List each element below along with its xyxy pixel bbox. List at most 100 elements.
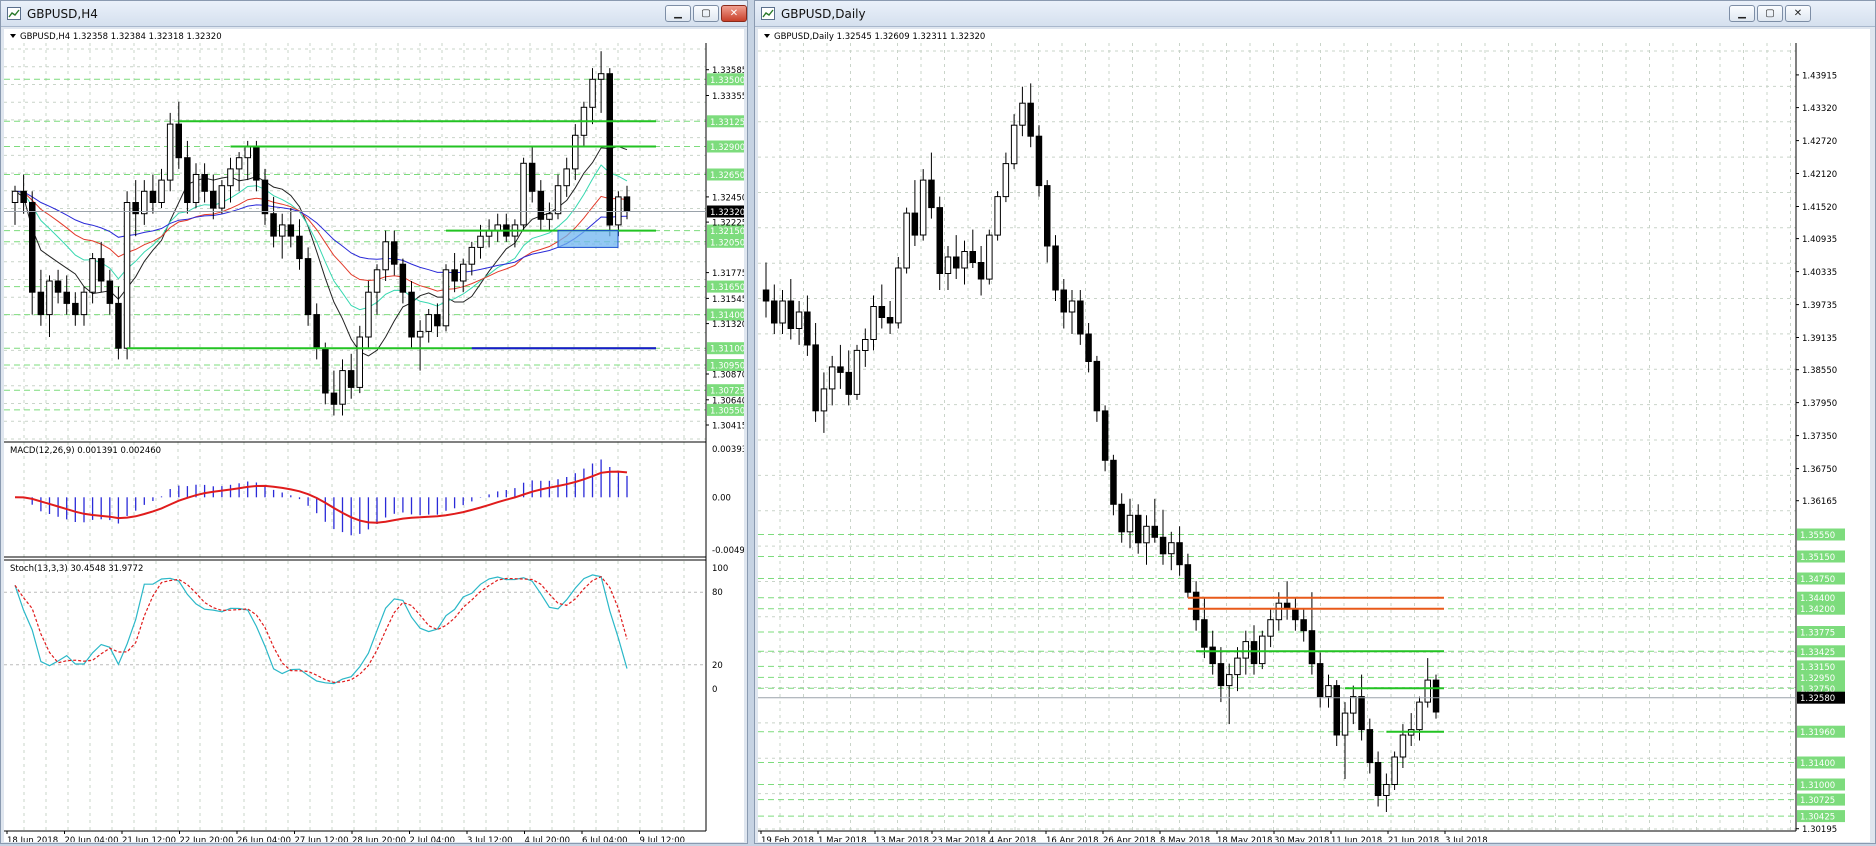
- candle-body: [1333, 685, 1340, 736]
- candle-body: [89, 258, 96, 293]
- date-tick-label: 11 Jun 2018: [1331, 836, 1382, 842]
- candle-body: [399, 263, 407, 293]
- candle-body: [1143, 525, 1150, 544]
- close-icon: ✕: [729, 8, 739, 19]
- candle-body: [1052, 245, 1059, 291]
- price-tick-label: 1.40335: [1802, 268, 1837, 278]
- macd-tick-label: 0.00: [712, 493, 731, 503]
- candle-body: [442, 269, 450, 327]
- window-titlebar[interactable]: GBPUSD,Daily ▁ ▢ ✕: [755, 1, 1875, 27]
- chart-area-h4[interactable]: 1.33500 1.33125 1.32900 1.32650 1.32150 1.320…: [4, 29, 755, 846]
- moving-average-line: [14, 190, 628, 274]
- candle-body: [175, 123, 182, 159]
- candle-body: [132, 202, 139, 215]
- candles: [11, 51, 631, 416]
- candle-body: [1184, 564, 1192, 593]
- grid: [758, 43, 1796, 831]
- price-tick-label: 1.42120: [1802, 170, 1837, 180]
- candle-body: [546, 213, 553, 220]
- candle-body: [37, 291, 45, 316]
- candle-body: [870, 306, 877, 340]
- price-tick-label: 1.32450: [712, 193, 744, 203]
- candle-body: [382, 241, 389, 271]
- level-label: 1.31400: [1800, 759, 1835, 769]
- price-tick-label: 1.43915: [1802, 71, 1837, 81]
- date-axis: 18 Jun 2018 20 Jun 04:00 21 Jun 12:00 22 Ju…: [4, 830, 706, 846]
- candle-body: [1044, 185, 1051, 247]
- maximize-button[interactable]: ▢: [693, 5, 719, 22]
- date-tick-label: 26 Apr 2018: [1103, 836, 1156, 842]
- candle-body: [779, 300, 786, 324]
- level-label: 1.31000: [1800, 781, 1835, 791]
- candle-body: [853, 349, 861, 395]
- candle-body: [29, 202, 36, 293]
- h4-chart-svg[interactable]: 1.335001.331251.329001.326501.321501.320…: [4, 29, 755, 846]
- candle-body: [416, 330, 424, 338]
- macd-signal-line: [14, 470, 628, 524]
- level-label: 1.30725: [1800, 796, 1835, 806]
- candle-body: [1267, 619, 1274, 637]
- candle-body: [365, 291, 372, 338]
- minimize-button[interactable]: ▁: [665, 5, 691, 22]
- date-tick-label: 18 Jun 2018: [7, 836, 58, 842]
- price-tick-label: 1.41520: [1802, 203, 1837, 213]
- price-levels: 1.335001.331251.329001.326501.321501.320…: [4, 73, 755, 416]
- candle-body: [1118, 503, 1125, 533]
- minimize-button[interactable]: ▁: [1729, 5, 1755, 22]
- close-icon: ✕: [1793, 8, 1803, 19]
- price-tick-label: 1.33355: [712, 92, 744, 102]
- chart-window-h4[interactable]: GBPUSD,H4 ▁ ▢ ✕ 1.33500 1.33125 1.32900 1.3…: [0, 0, 755, 846]
- candle-body: [210, 190, 217, 209]
- candle-body: [804, 311, 811, 346]
- candle-body: [1300, 619, 1307, 632]
- candle-body: [97, 258, 105, 282]
- level-label: 1.30725: [710, 387, 744, 397]
- moving-average-line: [14, 190, 628, 292]
- candle-body: [1259, 635, 1266, 665]
- chart-area-daily[interactable]: 1.35550 1.35150 1.34750 1.34400 1.34200 1.337…: [758, 29, 1870, 846]
- candle-body: [141, 190, 148, 215]
- macd-tick-label: 0.003935: [712, 445, 744, 455]
- current-price-label: 1.32580: [1800, 694, 1835, 704]
- candle-body: [1035, 135, 1043, 187]
- candle-body: [434, 314, 441, 327]
- candle-body: [279, 224, 286, 237]
- price-tick-label: 1.31545: [712, 295, 744, 305]
- daily-chart-svg[interactable]: 1.355501.351501.347501.344001.342001.337…: [758, 29, 1870, 846]
- candle-body: [322, 347, 329, 394]
- close-button[interactable]: ✕: [1785, 5, 1811, 22]
- maximize-icon: ▢: [1765, 8, 1775, 19]
- chart-window-daily[interactable]: GBPUSD,Daily ▁ ▢ ✕ 1.35550 1.35150 1.34750…: [754, 0, 1876, 846]
- candle-body: [1226, 674, 1233, 687]
- candle-body: [1085, 333, 1092, 362]
- candle-body: [1399, 734, 1407, 758]
- minimize-icon: ▁: [1738, 8, 1746, 19]
- candle-body: [373, 269, 381, 293]
- candle-body: [115, 302, 122, 349]
- candle-body: [1325, 685, 1332, 698]
- dropdown-arrow-icon: [10, 34, 16, 38]
- candle-body: [1176, 542, 1183, 566]
- macd-header: MACD(12,26,9) 0.001391 0.002460: [10, 446, 161, 456]
- candle-body: [554, 185, 562, 215]
- candle-body: [1416, 701, 1423, 731]
- candle-body: [63, 291, 70, 304]
- close-button[interactable]: ✕: [721, 5, 747, 22]
- macd-tick-label: -0.00494: [712, 546, 744, 556]
- maximize-button[interactable]: ▢: [1757, 5, 1783, 22]
- price-tick-label: 1.37950: [1802, 399, 1837, 409]
- candle-body: [597, 73, 605, 80]
- candle-body: [391, 241, 398, 265]
- candle-body: [520, 162, 527, 226]
- date-tick-label: 28 Jun 20:00: [352, 836, 406, 842]
- date-tick-label: 27 Jun 12:00: [295, 836, 349, 842]
- candle-body: [460, 263, 467, 282]
- candle-body: [1192, 591, 1200, 621]
- candle-body: [762, 289, 770, 302]
- candle-body: [615, 196, 622, 226]
- candle-body: [820, 388, 828, 412]
- price-axis: 1.33585 1.33355 1.32450 1.32225 1.31775 1.315…: [4, 43, 755, 831]
- window-titlebar[interactable]: GBPUSD,H4 ▁ ▢ ✕: [1, 1, 747, 27]
- stoch-header: Stoch(13,3,3) 30.4548 31.9772: [10, 564, 143, 574]
- stoch-k-line: [14, 574, 628, 685]
